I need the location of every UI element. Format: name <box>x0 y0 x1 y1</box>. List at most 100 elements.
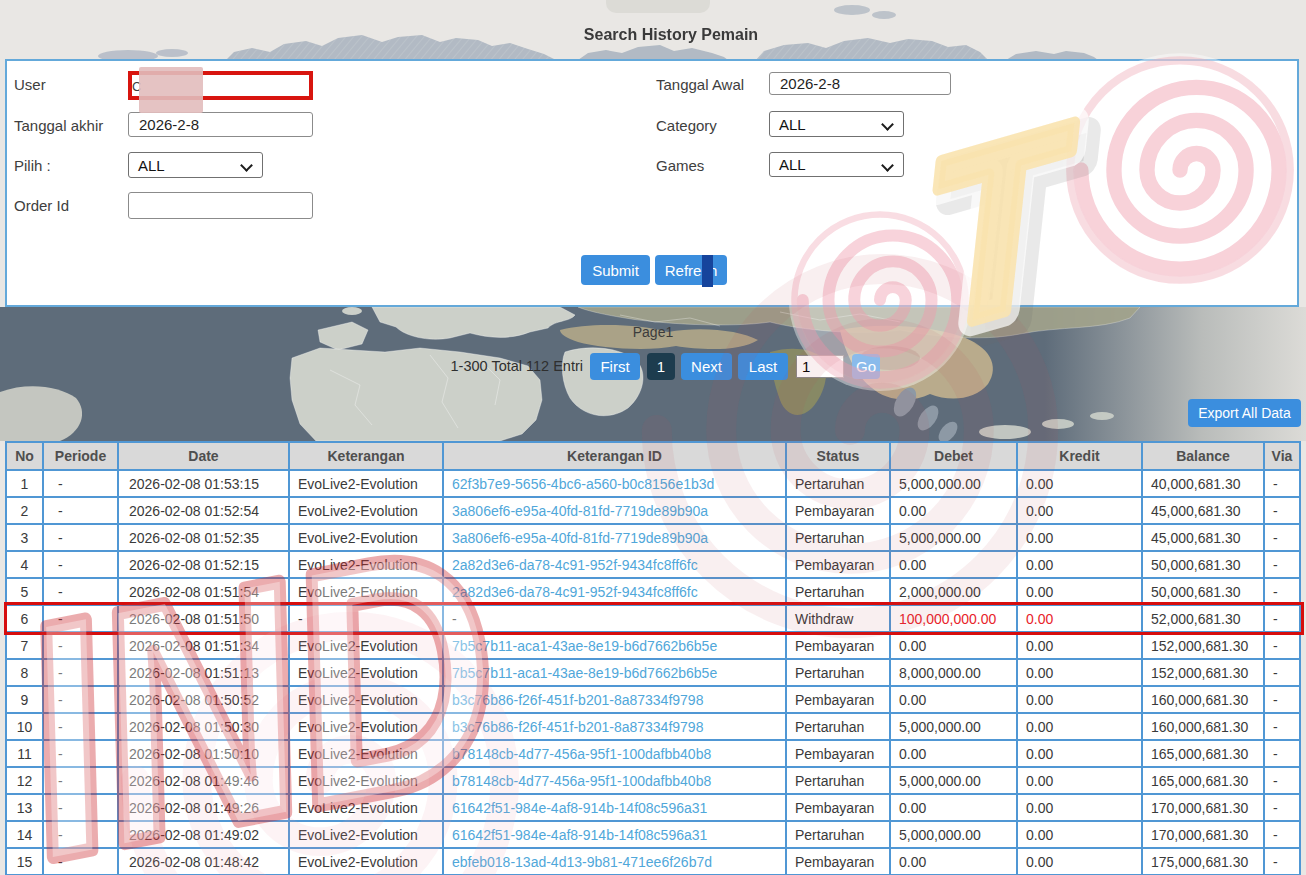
cell-keterangan-id[interactable]: 3a806ef6-e95a-40fd-81fd-7719de89b90a <box>443 524 786 551</box>
cell-kredit: 0.00 <box>1017 551 1142 578</box>
cell-periode: - <box>43 767 118 794</box>
table-row: 2-2026-02-08 01:52:54EvoLive2-Evolution3… <box>6 497 1300 524</box>
cell-status: Pertaruhan <box>786 659 890 686</box>
table-row: 1-2026-02-08 01:53:15EvoLive2-Evolution6… <box>6 470 1300 497</box>
cell-kredit: 0.00 <box>1017 713 1142 740</box>
cell-periode: - <box>43 713 118 740</box>
cell-status: Pembayaran <box>786 740 890 767</box>
history-table: No Periode Date Keterangan Keterangan ID… <box>5 441 1301 875</box>
cell-no: 9 <box>6 686 43 713</box>
cell-keterangan-id[interactable]: b3c76b86-f26f-451f-b201-8a87334f9798 <box>443 713 786 740</box>
submit-button[interactable]: Submit <box>581 255 650 285</box>
cell-keterangan-id[interactable]: b78148cb-4d77-456a-95f1-100dafbb40b8 <box>443 740 786 767</box>
cell-no: 10 <box>6 713 43 740</box>
cell-keterangan-id[interactable]: b78148cb-4d77-456a-95f1-100dafbb40b8 <box>443 767 786 794</box>
cell-balance: 175,000,681.30 <box>1142 848 1264 875</box>
table-row: 8-2026-02-08 01:51:13EvoLive2-Evolution7… <box>6 659 1300 686</box>
category-select[interactable]: ALL <box>769 111 904 137</box>
cell-keterangan: EvoLive2-Evolution <box>289 686 443 713</box>
cell-status: Pertaruhan <box>786 713 890 740</box>
cell-keterangan-id[interactable]: 3a806ef6-e95a-40fd-81fd-7719de89b90a <box>443 497 786 524</box>
table-row: 3-2026-02-08 01:52:35EvoLive2-Evolution3… <box>6 524 1300 551</box>
first-page-button[interactable]: First <box>590 353 640 380</box>
cell-keterangan-id[interactable]: 7b5c7b11-aca1-43ae-8e19-b6d7662b6b5e <box>443 659 786 686</box>
cell-kredit: 0.00 <box>1017 740 1142 767</box>
order-id-input[interactable] <box>128 192 313 219</box>
tanggal-akhir-input[interactable] <box>128 112 313 137</box>
chevron-down-icon <box>240 159 253 172</box>
cell-no: 8 <box>6 659 43 686</box>
table-row: 12-2026-02-08 01:49:46EvoLive2-Evolution… <box>6 767 1300 794</box>
next-page-button[interactable]: Next <box>681 353 732 380</box>
refresh-button[interactable]: Refresh <box>655 255 727 285</box>
header-keterangan-id: Keterangan ID <box>443 442 786 470</box>
table-row: 4-2026-02-08 01:52:15EvoLive2-Evolution2… <box>6 551 1300 578</box>
export-all-data-button[interactable]: Export All Data <box>1188 399 1301 427</box>
header-via: Via <box>1264 442 1300 470</box>
go-button[interactable]: Go <box>852 354 880 379</box>
cell-periode: - <box>43 659 118 686</box>
games-select-value: ALL <box>779 156 806 173</box>
cell-keterangan-id[interactable]: 62f3b7e9-5656-4bc6-a560-b0c8156e1b3d <box>443 470 786 497</box>
history-table-body: 1-2026-02-08 01:53:15EvoLive2-Evolution6… <box>6 470 1300 875</box>
chevron-down-icon <box>881 118 894 131</box>
cell-no: 15 <box>6 848 43 875</box>
cell-no: 11 <box>6 740 43 767</box>
cell-keterangan-id[interactable]: 61642f51-984e-4af8-914b-14f08c596a31 <box>443 794 786 821</box>
last-page-button[interactable]: Last <box>738 353 788 380</box>
cell-keterangan-id[interactable]: ebfeb018-13ad-4d13-9b81-471ee6f26b7d <box>443 848 786 875</box>
cell-keterangan-id[interactable]: 7b5c7b11-aca1-43ae-8e19-b6d7662b6b5e <box>443 632 786 659</box>
header-status: Status <box>786 442 890 470</box>
header-kredit: Kredit <box>1017 442 1142 470</box>
cell-keterangan-id[interactable]: 2a82d3e6-da78-4c91-952f-9434fc8ff6fc <box>443 578 786 605</box>
goto-page-input[interactable] <box>796 355 844 378</box>
current-page-button[interactable]: 1 <box>647 353 675 380</box>
cell-keterangan: EvoLive2-Evolution <box>289 767 443 794</box>
cell-date: 2026-02-08 01:52:35 <box>118 524 289 551</box>
cell-balance: 50,000,681.30 <box>1142 551 1264 578</box>
cell-periode: - <box>43 686 118 713</box>
cell-keterangan: EvoLive2-Evolution <box>289 578 443 605</box>
cell-keterangan: EvoLive2-Evolution <box>289 659 443 686</box>
cell-balance: 152,000,681.30 <box>1142 659 1264 686</box>
cell-kredit: 0.00 <box>1017 470 1142 497</box>
cell-debet: 0.00 <box>890 632 1017 659</box>
cell-balance: 50,000,681.30 <box>1142 578 1264 605</box>
cell-debet: 5,000,000.00 <box>890 767 1017 794</box>
cell-no: 5 <box>6 578 43 605</box>
cell-balance: 45,000,681.30 <box>1142 524 1264 551</box>
cell-status: Pertaruhan <box>786 578 890 605</box>
cell-debet: 5,000,000.00 <box>890 470 1017 497</box>
tanggal-awal-input[interactable] <box>769 72 951 95</box>
cell-balance: 170,000,681.30 <box>1142 794 1264 821</box>
pilih-select[interactable]: ALL <box>128 152 263 178</box>
header-date: Date <box>118 442 289 470</box>
cell-periode: - <box>43 470 118 497</box>
table-row: 10-2026-02-08 01:50:30EvoLive2-Evolution… <box>6 713 1300 740</box>
cell-status: Pembayaran <box>786 497 890 524</box>
cell-via: - <box>1264 524 1300 551</box>
cell-kredit: 0.00 <box>1017 632 1142 659</box>
table-row: 11-2026-02-08 01:50:10EvoLive2-Evolution… <box>6 740 1300 767</box>
cell-keterangan-id[interactable]: b3c76b86-f26f-451f-b201-8a87334f9798 <box>443 686 786 713</box>
cell-kredit: 0.00 <box>1017 524 1142 551</box>
cell-keterangan-id[interactable]: 61642f51-984e-4af8-914b-14f08c596a31 <box>443 821 786 848</box>
table-row: 5-2026-02-08 01:51:54EvoLive2-Evolution2… <box>6 578 1300 605</box>
cell-via: - <box>1264 497 1300 524</box>
cell-status: Pembayaran <box>786 686 890 713</box>
cell-date: 2026-02-08 01:53:15 <box>118 470 289 497</box>
entries-summary: 1-300 Total 112 Entri <box>451 358 583 374</box>
cell-keterangan: EvoLive2-Evolution <box>289 740 443 767</box>
cell-date: 2026-02-08 01:52:54 <box>118 497 289 524</box>
user-label: User <box>14 76 46 93</box>
cell-keterangan: EvoLive2-Evolution <box>289 497 443 524</box>
games-select[interactable]: ALL <box>769 152 904 177</box>
cell-status: Pertaruhan <box>786 470 890 497</box>
cell-keterangan: EvoLive2-Evolution <box>289 713 443 740</box>
cell-balance: 165,000,681.30 <box>1142 767 1264 794</box>
cell-keterangan-id[interactable]: 2a82d3e6-da78-4c91-952f-9434fc8ff6fc <box>443 551 786 578</box>
cell-date: 2026-02-08 01:50:30 <box>118 713 289 740</box>
cell-periode: - <box>43 821 118 848</box>
cell-via: - <box>1264 686 1300 713</box>
cell-balance: 152,000,681.30 <box>1142 632 1264 659</box>
